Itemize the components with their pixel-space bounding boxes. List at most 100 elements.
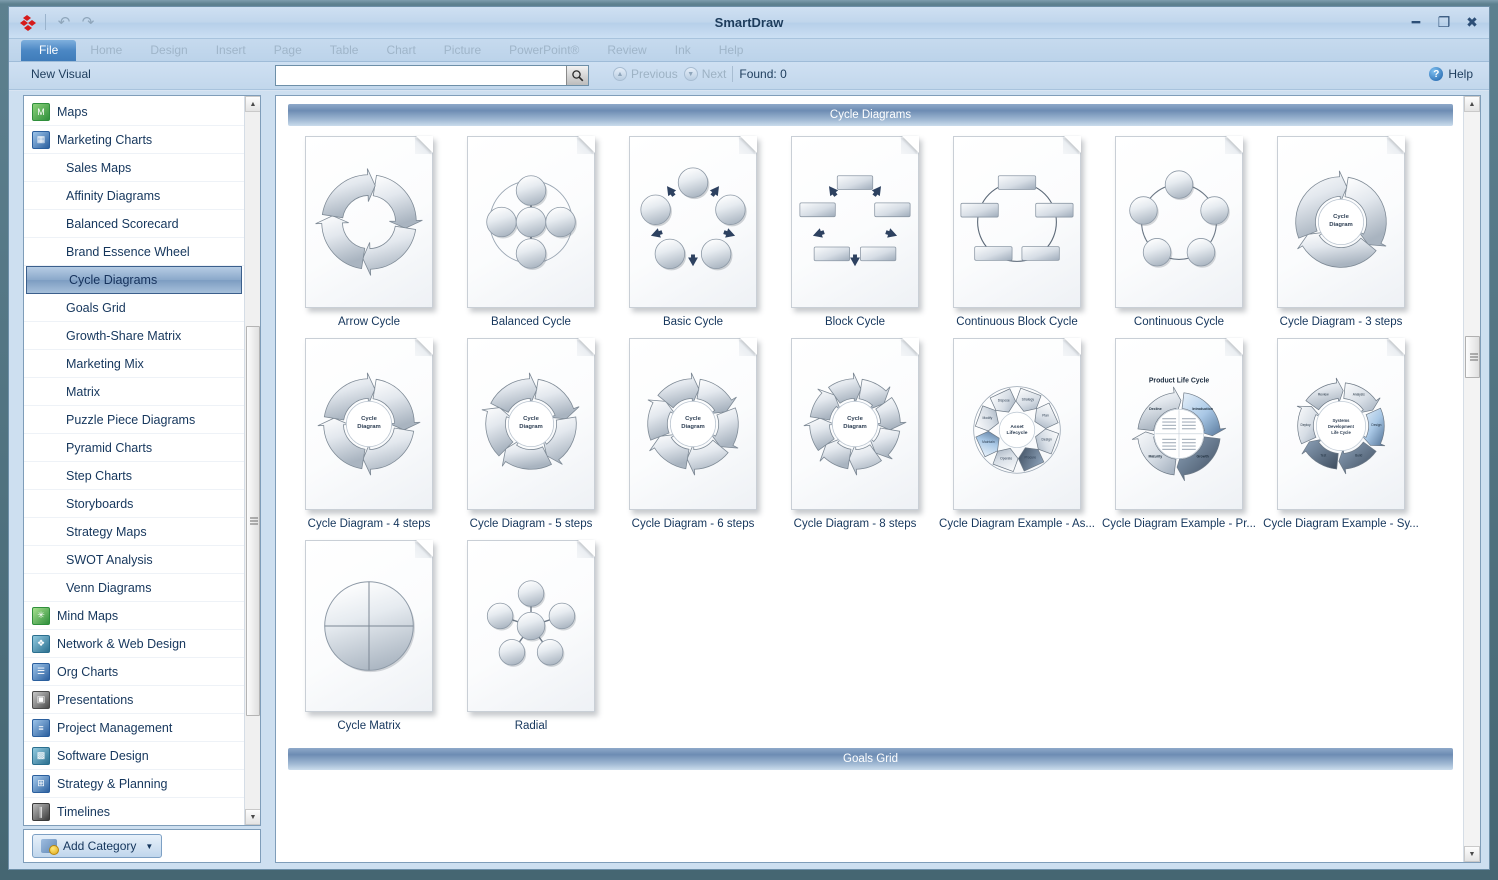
sidebar-item-venn-diagrams[interactable]: Venn Diagrams: [24, 574, 244, 602]
gallery-scrollbar-thumb[interactable]: [1465, 336, 1480, 378]
template-thumbnail[interactable]: CycleDiagram: [467, 338, 595, 510]
scroll-up-icon[interactable]: ▲: [245, 96, 261, 112]
sidebar-scrollbar[interactable]: ▲ ▼: [244, 96, 260, 825]
ribbon-tab-help[interactable]: Help: [705, 40, 758, 61]
template-item-cycle-5-steps[interactable]: CycleDiagram Cycle Diagram - 5 steps: [450, 338, 612, 530]
sidebar-item-network-web-design[interactable]: ❖Network & Web Design: [24, 630, 244, 658]
ribbon-tab-page[interactable]: Page: [260, 40, 316, 61]
minimize-icon[interactable]: ━: [1407, 14, 1425, 30]
sidebar-item-org-charts[interactable]: ☰Org Charts: [24, 658, 244, 686]
ribbon-tab-insert[interactable]: Insert: [202, 40, 260, 61]
search-icon[interactable]: [566, 66, 588, 85]
sidebar-item-growth-share-matrix[interactable]: Growth-Share Matrix: [24, 322, 244, 350]
scroll-up-icon[interactable]: ▲: [1464, 96, 1480, 112]
sidebar-item-software-design[interactable]: ▩Software Design: [24, 742, 244, 770]
new-visual-label: New Visual: [31, 67, 91, 81]
template-item-cycle-example-asset[interactable]: Strategy Plan Design Procure Operate Mai…: [936, 338, 1098, 530]
template-label: Radial: [515, 720, 548, 732]
sidebar-item-matrix[interactable]: Matrix: [24, 378, 244, 406]
sidebar-item-strategy-planning[interactable]: ⊞Strategy & Planning: [24, 770, 244, 798]
ribbon-tab-table[interactable]: Table: [316, 40, 373, 61]
sidebar-item-presentations[interactable]: ▣Presentations: [24, 686, 244, 714]
window-controls: ━ ❐ ✖: [1407, 14, 1481, 30]
sidebar-item-timelines[interactable]: ║Timelines: [24, 798, 244, 825]
sidebar-item-marketing-charts[interactable]: ▦Marketing Charts: [24, 126, 244, 154]
gallery-scrollbar[interactable]: ▲ ▼: [1463, 96, 1480, 862]
ribbon-tab-file[interactable]: File: [21, 40, 76, 61]
template-item-arrow-cycle[interactable]: Arrow Cycle: [288, 136, 450, 328]
ribbon-tab-ink[interactable]: Ink: [661, 40, 705, 61]
sidebar-item-brand-essence-wheel[interactable]: Brand Essence Wheel: [24, 238, 244, 266]
template-thumbnail[interactable]: [1115, 136, 1243, 308]
template-item-radial[interactable]: Radial: [450, 540, 612, 732]
template-item-block-cycle[interactable]: Block Cycle: [774, 136, 936, 328]
template-thumbnail[interactable]: [467, 540, 595, 712]
template-item-cycle-matrix[interactable]: Cycle Matrix: [288, 540, 450, 732]
sidebar-scrollbar-thumb[interactable]: [246, 326, 260, 716]
sidebar-item-step-charts[interactable]: Step Charts: [24, 462, 244, 490]
template-thumbnail[interactable]: Product Life CycleIntroductionGrowthMatu…: [1115, 338, 1243, 510]
restore-icon[interactable]: ❐: [1435, 14, 1453, 30]
template-thumbnail[interactable]: [305, 540, 433, 712]
template-thumbnail[interactable]: [953, 136, 1081, 308]
search-box[interactable]: [275, 65, 589, 86]
sidebar-item-pyramid-charts[interactable]: Pyramid Charts: [24, 434, 244, 462]
sidebar-item-puzzle-piece-diagrams[interactable]: Puzzle Piece Diagrams: [24, 406, 244, 434]
scroll-down-icon[interactable]: ▼: [1464, 846, 1480, 862]
template-thumbnail[interactable]: [629, 136, 757, 308]
template-item-cycle-3-steps[interactable]: CycleDiagram Cycle Diagram - 3 steps: [1260, 136, 1422, 328]
sidebar-item-mind-maps[interactable]: ✳Mind Maps: [24, 602, 244, 630]
template-item-continuous-block-cycle[interactable]: Continuous Block Cycle: [936, 136, 1098, 328]
sidebar-item-goals-grid[interactable]: Goals Grid: [24, 294, 244, 322]
template-item-basic-cycle[interactable]: Basic Cycle: [612, 136, 774, 328]
template-thumbnail[interactable]: [791, 136, 919, 308]
help-button[interactable]: ? Help: [1429, 67, 1473, 81]
template-thumbnail[interactable]: [467, 136, 595, 308]
chevron-down-icon[interactable]: ▼: [145, 842, 153, 851]
sidebar-item-swot-analysis[interactable]: SWOT Analysis: [24, 546, 244, 574]
template-item-cycle-example-product[interactable]: Product Life CycleIntroductionGrowthMatu…: [1098, 338, 1260, 530]
template-thumbnail[interactable]: CycleDiagram: [629, 338, 757, 510]
template-thumbnail[interactable]: Strategy Plan Design Procure Operate Mai…: [953, 338, 1081, 510]
search-input[interactable]: [276, 66, 566, 85]
add-category-button[interactable]: Add Category ▼: [32, 834, 162, 858]
sidebar-item-sales-maps[interactable]: Sales Maps: [24, 154, 244, 182]
template-thumbnail[interactable]: CycleDiagram: [791, 338, 919, 510]
scroll-down-icon[interactable]: ▼: [245, 809, 261, 825]
next-button[interactable]: ▼ Next: [684, 67, 727, 81]
sidebar-item-marketing-mix[interactable]: Marketing Mix: [24, 350, 244, 378]
template-item-balanced-cycle[interactable]: Balanced Cycle: [450, 136, 612, 328]
template-item-continuous-cycle[interactable]: Continuous Cycle: [1098, 136, 1260, 328]
sidebar-item-label: Affinity Diagrams: [66, 189, 160, 203]
template-thumbnail[interactable]: [305, 136, 433, 308]
sidebar-item-project-management[interactable]: ≡Project Management: [24, 714, 244, 742]
template-thumbnail[interactable]: CycleDiagram: [1277, 136, 1405, 308]
template-label: Cycle Diagram - 3 steps: [1280, 316, 1403, 328]
svg-text:Plan: Plan: [1042, 414, 1049, 418]
ribbon-tab-design[interactable]: Design: [136, 40, 201, 61]
template-thumbnail[interactable]: CycleDiagram: [305, 338, 433, 510]
template-item-cycle-example-systems[interactable]: AnalysisDesignBuildTestDeployReviewSyste…: [1260, 338, 1422, 530]
template-item-cycle-6-steps[interactable]: CycleDiagramCycle Diagram - 6 steps: [612, 338, 774, 530]
template-label: Cycle Diagram - 5 steps: [470, 518, 593, 530]
ribbon-tab-powerpoint[interactable]: PowerPoint®: [495, 40, 593, 61]
template-thumbnail[interactable]: AnalysisDesignBuildTestDeployReviewSyste…: [1277, 338, 1405, 510]
template-item-cycle-4-steps[interactable]: CycleDiagram Cycle Diagram - 4 steps: [288, 338, 450, 530]
template-label: Basic Cycle: [663, 316, 723, 328]
sidebar-item-balanced-scorecard[interactable]: Balanced Scorecard: [24, 210, 244, 238]
sidebar-item-storyboards[interactable]: Storyboards: [24, 490, 244, 518]
ribbon-tab-picture[interactable]: Picture: [430, 40, 495, 61]
previous-button[interactable]: ▲ Previous: [613, 67, 678, 81]
sidebar-item-maps[interactable]: MMaps: [24, 98, 244, 126]
ribbon-tab-home[interactable]: Home: [76, 40, 136, 61]
sidebar-item-cycle-diagrams[interactable]: Cycle Diagrams: [26, 266, 242, 294]
template-label: Cycle Diagram - 4 steps: [308, 518, 431, 530]
ribbon-tab-chart[interactable]: Chart: [372, 40, 429, 61]
ribbon-tab-review[interactable]: Review: [593, 40, 660, 61]
svg-text:Diagram: Diagram: [843, 424, 867, 430]
svg-text:Decline: Decline: [1149, 407, 1162, 411]
close-icon[interactable]: ✖: [1463, 14, 1481, 30]
sidebar-item-strategy-maps[interactable]: Strategy Maps: [24, 518, 244, 546]
sidebar-item-affinity-diagrams[interactable]: Affinity Diagrams: [24, 182, 244, 210]
template-item-cycle-8-steps[interactable]: CycleDiagramCycle Diagram - 8 steps: [774, 338, 936, 530]
